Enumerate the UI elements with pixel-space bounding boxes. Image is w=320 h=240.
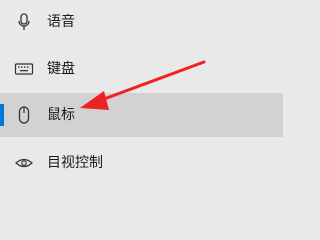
eye-control-icon bbox=[14, 153, 34, 173]
settings-nav-panel: 语音 键盘 鼠标 目视控制 bbox=[0, 0, 283, 204]
nav-item-label: 语音 bbox=[47, 14, 75, 30]
nav-item-label: 目视控制 bbox=[47, 155, 103, 171]
nav-item-mouse[interactable]: 鼠标 bbox=[0, 93, 283, 137]
nav-item-label: 键盘 bbox=[47, 61, 75, 77]
keyboard-icon bbox=[14, 59, 34, 79]
selected-indicator bbox=[0, 104, 4, 126]
nav-item-eye-control[interactable]: 目视控制 bbox=[0, 141, 283, 185]
nav-item-speech[interactable]: 语音 bbox=[0, 0, 283, 44]
mouse-icon bbox=[14, 105, 34, 125]
nav-item-label: 鼠标 bbox=[47, 107, 75, 123]
nav-item-keyboard[interactable]: 键盘 bbox=[0, 47, 283, 91]
microphone-icon bbox=[14, 12, 34, 32]
